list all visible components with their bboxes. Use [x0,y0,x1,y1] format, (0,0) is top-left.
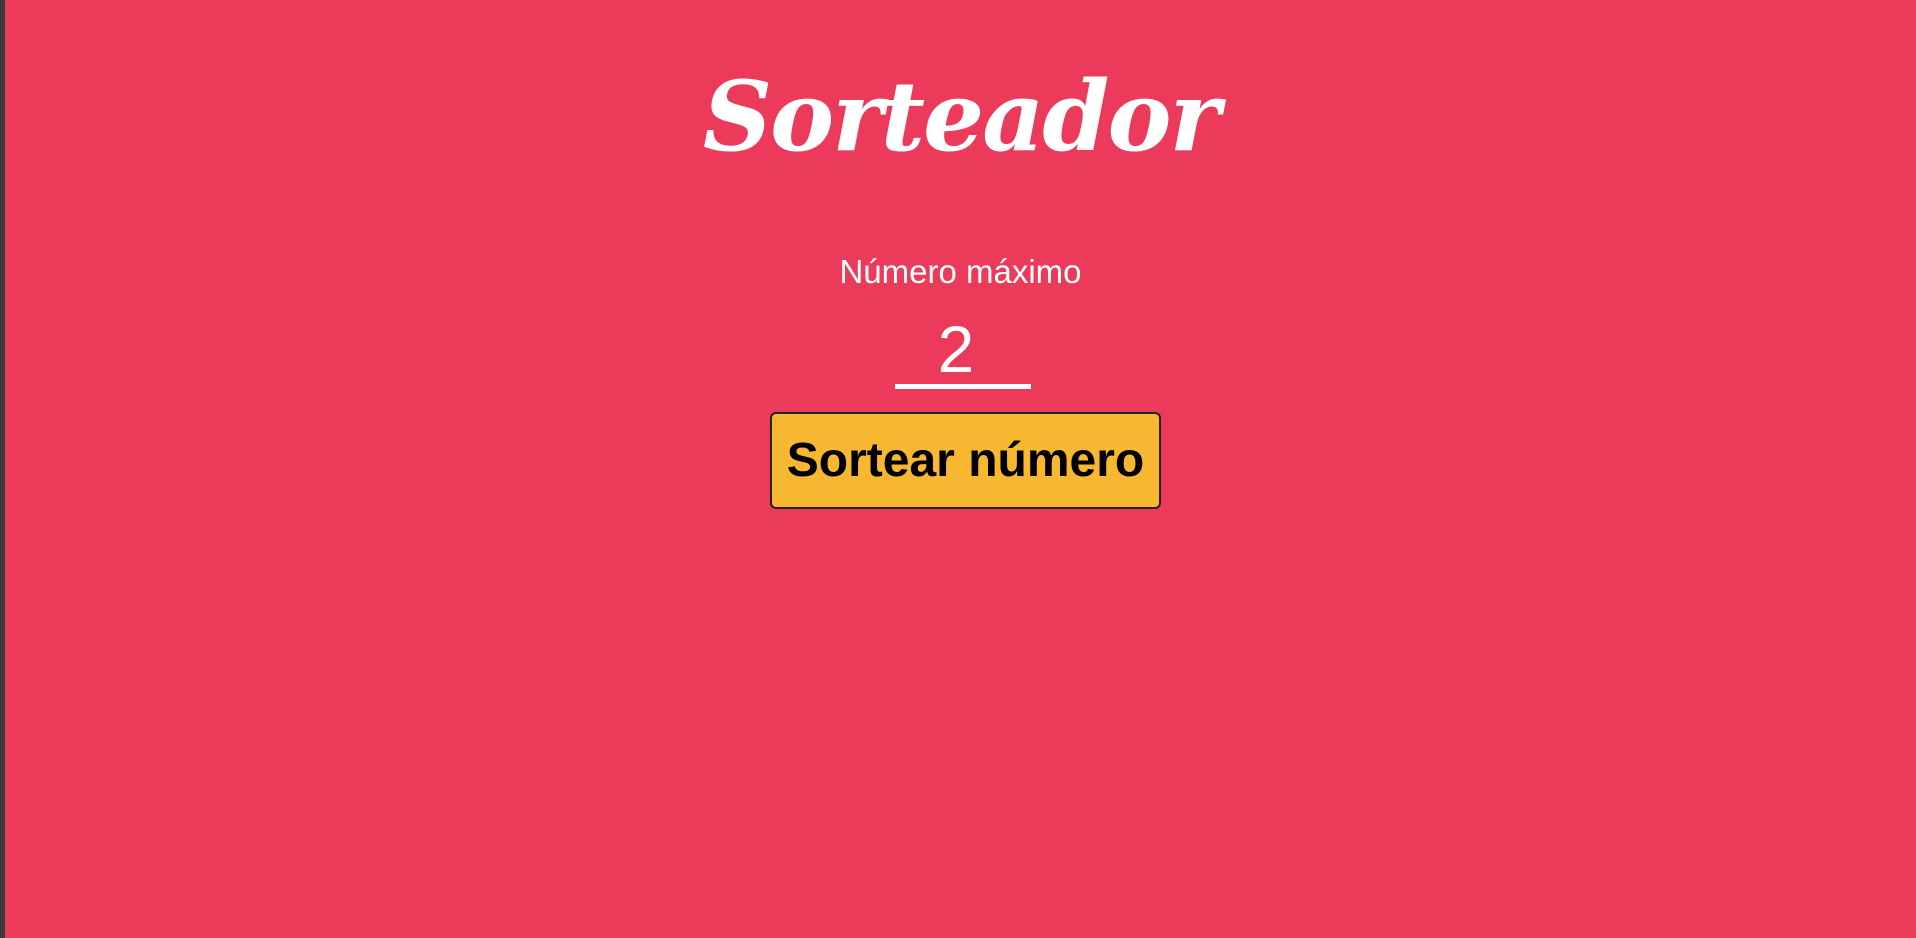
draw-number-button[interactable]: Sortear número [770,412,1161,509]
max-number-input[interactable] [895,313,1031,389]
sorteador-app: Sorteador Número máximo Sortear número [5,0,1916,938]
max-number-label: Número máximo [839,253,1082,290]
page-title: Sorteador [702,60,1220,173]
